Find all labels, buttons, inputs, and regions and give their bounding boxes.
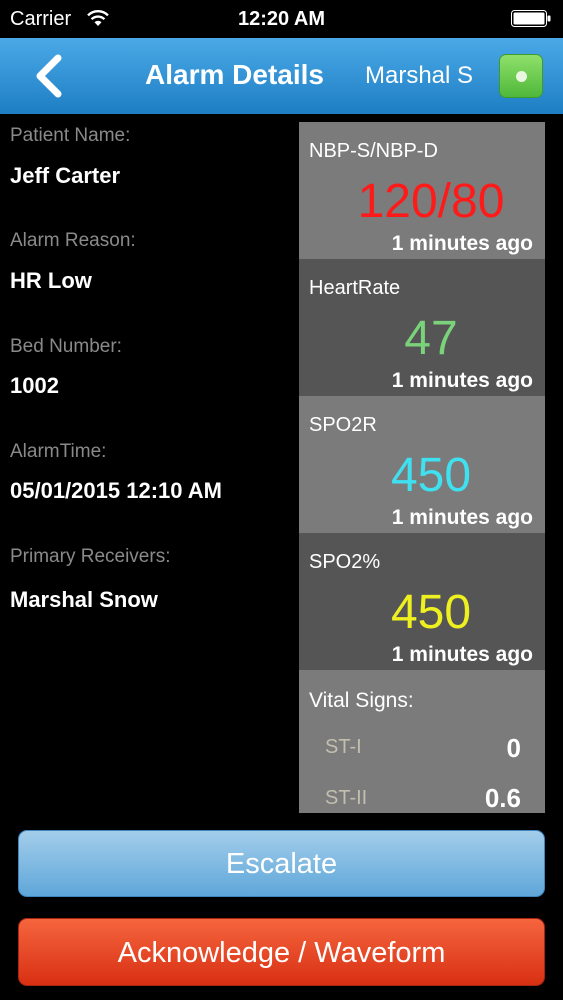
status-time: 12:20 AM [237,8,326,30]
patient-name-label: Patient Name: [10,125,131,146]
vital-signs-panel[interactable]: Vital Signs: ST-I 0 ST-II 0.6 [299,670,545,813]
vital-name: ST-II [325,787,368,809]
tile-value: 450 [390,586,472,639]
primary-receivers: Marshal Snow [10,587,158,612]
user-name: Marshal S [365,62,474,89]
status-indicator-icon[interactable] [499,54,543,98]
escalate-button[interactable]: Escalate [18,830,545,897]
tile-time-ago: 1 minutes ago [391,232,533,255]
primary-receivers-label: Primary Receivers: [10,546,171,567]
tile-label: SPO2R [309,414,377,436]
battery-icon [511,10,551,27]
patient-name: Jeff Carter [10,163,121,188]
tile-spo2-percent: SPO2% 450 1 minutes ago [299,533,545,670]
tile-label: NBP-S/NBP-D [309,140,438,162]
tile-nbp: NBP-S/NBP-D 120/80 1 minutes ago [299,122,545,259]
alarm-reason: HR Low [10,268,92,293]
vital-name: ST-I [325,736,362,758]
alarm-time: 05/01/2015 12:10 AM [10,478,222,503]
bed-number-label: Bed Number: [10,336,122,357]
tile-time-ago: 1 minutes ago [391,506,533,529]
alarm-time-label: AlarmTime: [10,441,107,462]
tile-heart-rate: HeartRate 47 1 minutes ago [299,259,545,396]
vital-signs-title: Vital Signs: [309,689,414,712]
status-bar: Carrier 12:20 AM [0,0,563,38]
navigation-bar: Alarm Details Marshal S [0,38,563,114]
tile-label: HeartRate [309,277,401,299]
page-title: Alarm Details [145,59,324,90]
tile-label: SPO2% [309,551,381,573]
chevron-left-icon[interactable] [30,52,70,100]
tile-time-ago: 1 minutes ago [391,369,533,392]
tile-value: 120/80 [357,175,505,228]
tile-value: 450 [390,449,472,502]
tile-value: 47 [404,312,458,365]
status-dot [516,71,527,82]
bed-number: 1002 [10,373,59,398]
vital-value: 0.6 [484,783,521,813]
alarm-reason-label: Alarm Reason: [10,230,136,251]
acknowledge-waveform-button[interactable]: Acknowledge / Waveform [18,918,545,986]
vital-value: 0 [506,733,521,763]
tile-time-ago: 1 minutes ago [391,643,533,666]
tile-spo2r: SPO2R 450 1 minutes ago [299,396,545,533]
